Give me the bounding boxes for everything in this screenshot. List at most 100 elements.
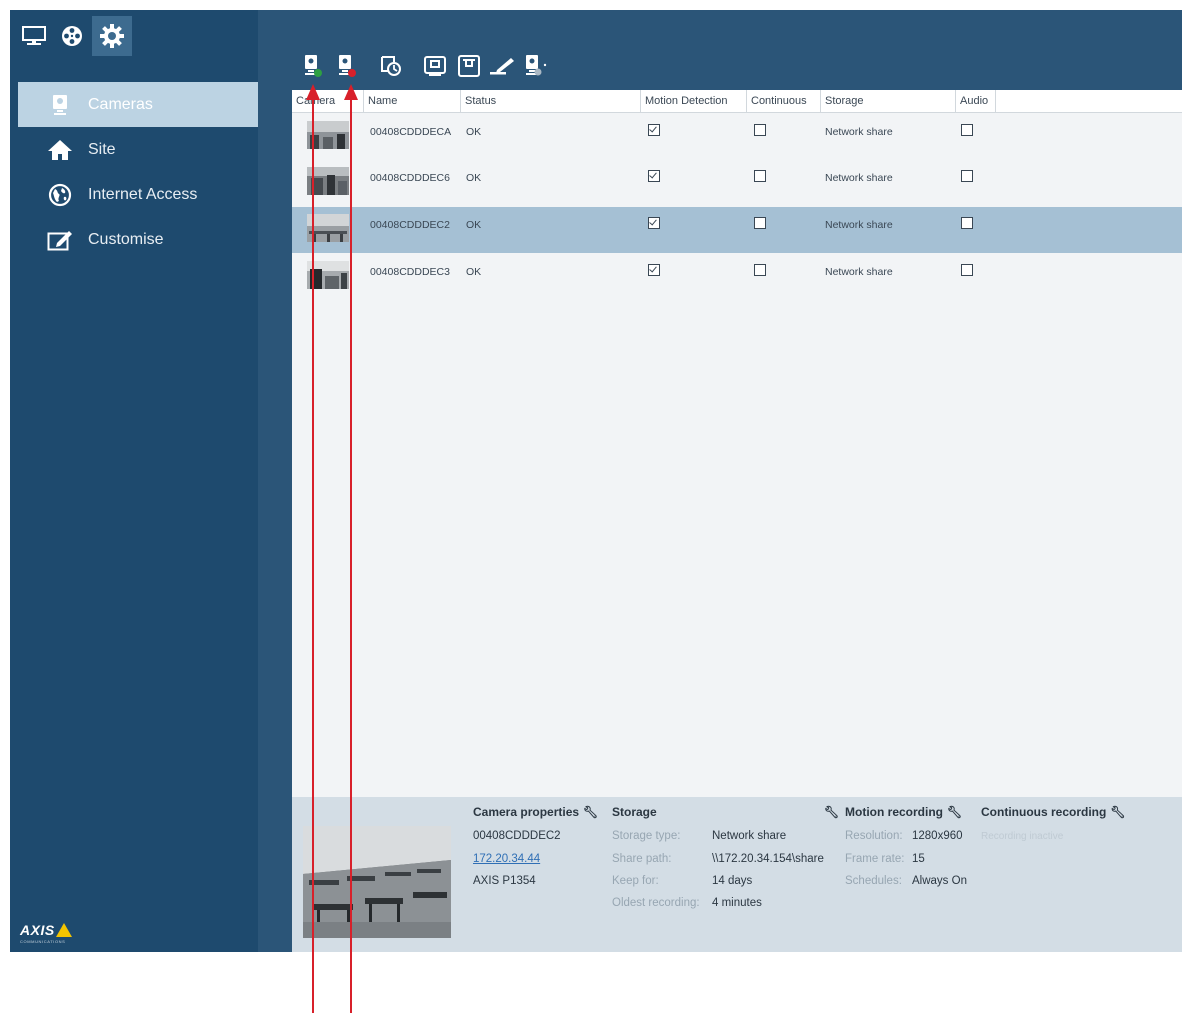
motion-detection-checkbox[interactable] <box>648 124 660 136</box>
motion-detection-checkbox[interactable] <box>648 217 660 229</box>
continuous-recording-status: Recording inactive <box>981 831 1064 842</box>
top-tab-bar <box>16 16 134 60</box>
camera-menu-button[interactable] <box>520 52 554 80</box>
table-row[interactable]: 00408CDDDEC6 OK Network share <box>292 160 1182 206</box>
recording-settings-icon <box>458 55 480 77</box>
audio-checkbox[interactable] <box>961 217 973 229</box>
camera-status: OK <box>466 266 482 278</box>
schedules-value: Always On <box>912 875 967 887</box>
film-reel-icon <box>62 26 82 46</box>
camera-details-panel: Camera properties 🔧︎ Storage 🔧︎ Motion re… <box>292 797 1182 952</box>
camera-thumbnail <box>307 261 349 289</box>
wrench-icon[interactable]: 🔧︎ <box>824 805 839 819</box>
camera-model: AXIS P1354 <box>473 875 536 887</box>
oldest-recording-value: 4 minutes <box>712 897 762 909</box>
storage-type-value: Network share <box>712 830 787 842</box>
camera-icon <box>46 94 74 116</box>
camera-storage: Network share <box>825 219 893 231</box>
audio-checkbox[interactable] <box>961 124 973 136</box>
recording-settings-button[interactable] <box>452 52 486 80</box>
motion-detection-checkbox[interactable] <box>648 264 660 276</box>
sidebar-item-customise[interactable]: Customise <box>18 217 258 262</box>
schedules-label: Schedules: <box>845 875 902 887</box>
add-camera-icon <box>305 55 322 77</box>
continuous-recording-heading: Continuous recording 🔧︎ <box>981 805 1126 819</box>
motion-recording-title: Motion recording <box>845 805 943 819</box>
sidebar-item-site[interactable]: Site <box>18 127 258 172</box>
share-path-value: \\172.20.34.154\share <box>712 853 824 865</box>
camera-name: 00408CDDDECA <box>370 126 452 138</box>
find-cameras-button[interactable] <box>374 52 408 80</box>
keep-for-label: Keep for: <box>612 875 659 887</box>
sidebar-item-cameras[interactable]: Cameras <box>18 82 258 127</box>
audio-checkbox[interactable] <box>961 264 973 276</box>
column-header-camera[interactable]: Camera <box>292 90 364 112</box>
column-header-motion-detection[interactable]: Motion Detection <box>641 90 747 112</box>
sidebar-nav: Cameras Site Internet Access Customise <box>18 82 258 262</box>
camera-storage: Network share <box>825 126 893 138</box>
camera-thumbnail <box>307 167 349 195</box>
continuous-checkbox[interactable] <box>754 170 766 182</box>
table-row[interactable]: 00408CDDDECA OK Network share <box>292 114 1182 160</box>
camera-preview-image <box>303 826 451 938</box>
table-row[interactable]: 00408CDDDEC3 OK Network share <box>292 254 1182 300</box>
column-header-audio[interactable]: Audio <box>956 90 996 112</box>
camera-name: 00408CDDDEC6 <box>370 172 450 184</box>
wrench-icon[interactable]: 🔧︎ <box>583 805 598 819</box>
wrench-icon[interactable]: 🔧︎ <box>1110 805 1125 819</box>
camera-list-panel: Camera Name Status Motion Detection Cont… <box>292 90 1182 952</box>
camera-status: OK <box>466 126 482 138</box>
camera-toolbar <box>296 52 554 80</box>
table-row-selected[interactable]: 00408CDDDEC2 OK Network share <box>292 207 1182 253</box>
sidebar-item-label: Site <box>88 140 116 158</box>
wrench-icon[interactable]: 🔧︎ <box>947 805 962 819</box>
remove-camera-icon <box>339 55 356 77</box>
camera-id: 00408CDDDEC2 <box>473 830 561 842</box>
pen-line-icon <box>490 58 514 75</box>
motion-detection-checkbox[interactable] <box>648 170 660 182</box>
logo-text: AXIS <box>20 922 55 938</box>
continuous-checkbox[interactable] <box>754 264 766 276</box>
live-view-tab[interactable] <box>16 18 52 54</box>
camera-settings-icon <box>424 56 446 76</box>
remove-camera-button[interactable] <box>330 52 364 80</box>
resolution-label: Resolution: <box>845 830 903 842</box>
logo-subtext: COMMUNICATIONS <box>20 939 66 944</box>
column-header-continuous[interactable]: Continuous <box>747 90 821 112</box>
configuration-tab[interactable] <box>92 16 132 56</box>
camera-properties-title: Camera properties <box>473 805 580 819</box>
home-icon <box>46 139 74 161</box>
oldest-recording-label: Oldest recording: <box>612 897 700 909</box>
frame-rate-value: 15 <box>912 853 925 865</box>
sidebar-item-label: Cameras <box>88 95 153 113</box>
continuous-recording-title: Continuous recording <box>981 805 1107 819</box>
camera-ip-link[interactable]: 172.20.34.44 <box>473 853 540 865</box>
resolution-value: 1280x960 <box>912 830 963 842</box>
customise-icon <box>46 229 74 251</box>
recordings-tab[interactable] <box>54 18 90 54</box>
camera-status: OK <box>466 219 482 231</box>
keep-for-value: 14 days <box>712 875 753 887</box>
audio-checkbox[interactable] <box>961 170 973 182</box>
storage-heading: Storage <box>612 805 657 819</box>
sidebar-item-label: Customise <box>88 230 164 248</box>
sidebar: Cameras Site Internet Access Customise A… <box>10 10 258 952</box>
globe-icon <box>46 183 74 207</box>
storage-type-label: Storage type: <box>612 830 681 842</box>
column-header-storage[interactable]: Storage <box>821 90 956 112</box>
continuous-checkbox[interactable] <box>754 124 766 136</box>
camera-settings-button[interactable] <box>418 52 452 80</box>
camera-storage: Network share <box>825 172 893 184</box>
camera-thumbnail <box>307 214 349 242</box>
frame-rate-label: Frame rate: <box>845 853 905 865</box>
column-header-status[interactable]: Status <box>461 90 641 112</box>
app-window: Cameras Site Internet Access Customise A… <box>10 10 1182 952</box>
add-camera-button[interactable] <box>296 52 330 80</box>
continuous-checkbox[interactable] <box>754 217 766 229</box>
share-path-label: Share path: <box>612 853 672 865</box>
motion-settings-button[interactable] <box>486 52 520 80</box>
motion-recording-heading: Motion recording 🔧︎ <box>845 805 962 819</box>
sidebar-item-internet-access[interactable]: Internet Access <box>18 172 258 217</box>
sidebar-item-label: Internet Access <box>88 185 198 203</box>
column-header-name[interactable]: Name <box>364 90 461 112</box>
